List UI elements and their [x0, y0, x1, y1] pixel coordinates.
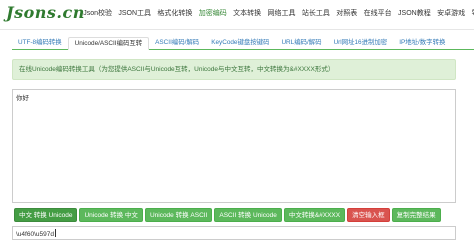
tab-utf8-convert[interactable]: UTF-8编码转换	[12, 37, 68, 50]
chinese-to-unicode-button[interactable]: 中文 转换 Unicode	[14, 208, 78, 222]
tab-ip-number[interactable]: IP地址/数字转换	[393, 37, 451, 50]
unicode-to-ascii-button[interactable]: Unicode 转换 ASCII	[144, 208, 213, 222]
input-text: 你好	[16, 95, 29, 102]
text-cursor	[54, 229, 56, 237]
tool-tabs: UTF-8编码转换 Unicode/ASCII编码互转 ASCII编码/解码 K…	[12, 37, 474, 50]
output-value: \u4f60\u597d	[16, 231, 54, 238]
tab-url-hex[interactable]: Url网址16进制加密	[328, 37, 394, 50]
site-logo[interactable]: Jsons.cn	[6, 3, 85, 22]
ascii-to-unicode-button[interactable]: ASCII 转换 Unicode	[214, 208, 282, 222]
action-buttons: 中文 转换 Unicode Unicode 转换 中文 Unicode 转换 A…	[14, 208, 441, 222]
unicode-to-chinese-button[interactable]: Unicode 转换 中文	[79, 208, 143, 222]
nav-item-reference-tables[interactable]: 对照表	[333, 9, 360, 19]
clear-input-button[interactable]: 清空输入框	[347, 208, 390, 222]
chinese-to-entity-button[interactable]: 中文转换&#XXXX	[283, 208, 346, 222]
output-text: \u4f60\u597d	[16, 229, 56, 238]
tab-url-encode[interactable]: URL编码/解码	[275, 37, 327, 50]
nav-item-json-tools[interactable]: JSON工具	[115, 9, 154, 19]
input-textarea[interactable]: 你好	[12, 89, 456, 203]
nav-item-json-validate[interactable]: Json校验	[80, 9, 115, 19]
nav-item-network-tools[interactable]: 网络工具	[264, 9, 298, 19]
main-nav: Json校验 JSON工具 格式化转换 加密编码 文本转换 网络工具 站长工具 …	[80, 9, 474, 19]
tab-unicode-ascii[interactable]: Unicode/ASCII编码互转	[67, 37, 150, 50]
nav-item-navigation[interactable]: 导航	[468, 9, 474, 19]
nav-item-webmaster-tools[interactable]: 站长工具	[299, 9, 333, 19]
top-navbar: Jsons.cn Json校验 JSON工具 格式化转换 加密编码 文本转换 网…	[0, 0, 474, 30]
nav-item-format-convert[interactable]: 格式化转换	[154, 9, 195, 19]
tab-ascii-encode[interactable]: ASCII编码/解码	[149, 37, 205, 50]
nav-item-android-games[interactable]: 安卓游戏	[434, 9, 468, 19]
tool-description-notice: 在线Unicode编码转换工具（为您提供ASCII与Unicode互转，Unic…	[12, 59, 456, 80]
copy-result-button[interactable]: 复制完整结果	[391, 208, 441, 222]
output-textarea[interactable]: \u4f60\u597d	[12, 226, 456, 240]
nav-item-encrypt-encode[interactable]: 加密编码	[196, 9, 230, 19]
nav-item-online-platform[interactable]: 在线平台	[360, 9, 394, 19]
nav-item-json-tutorial[interactable]: JSON教程	[395, 9, 434, 19]
tab-keycode[interactable]: KeyCode键盘按键码	[205, 37, 275, 50]
nav-item-text-convert[interactable]: 文本转换	[230, 9, 264, 19]
